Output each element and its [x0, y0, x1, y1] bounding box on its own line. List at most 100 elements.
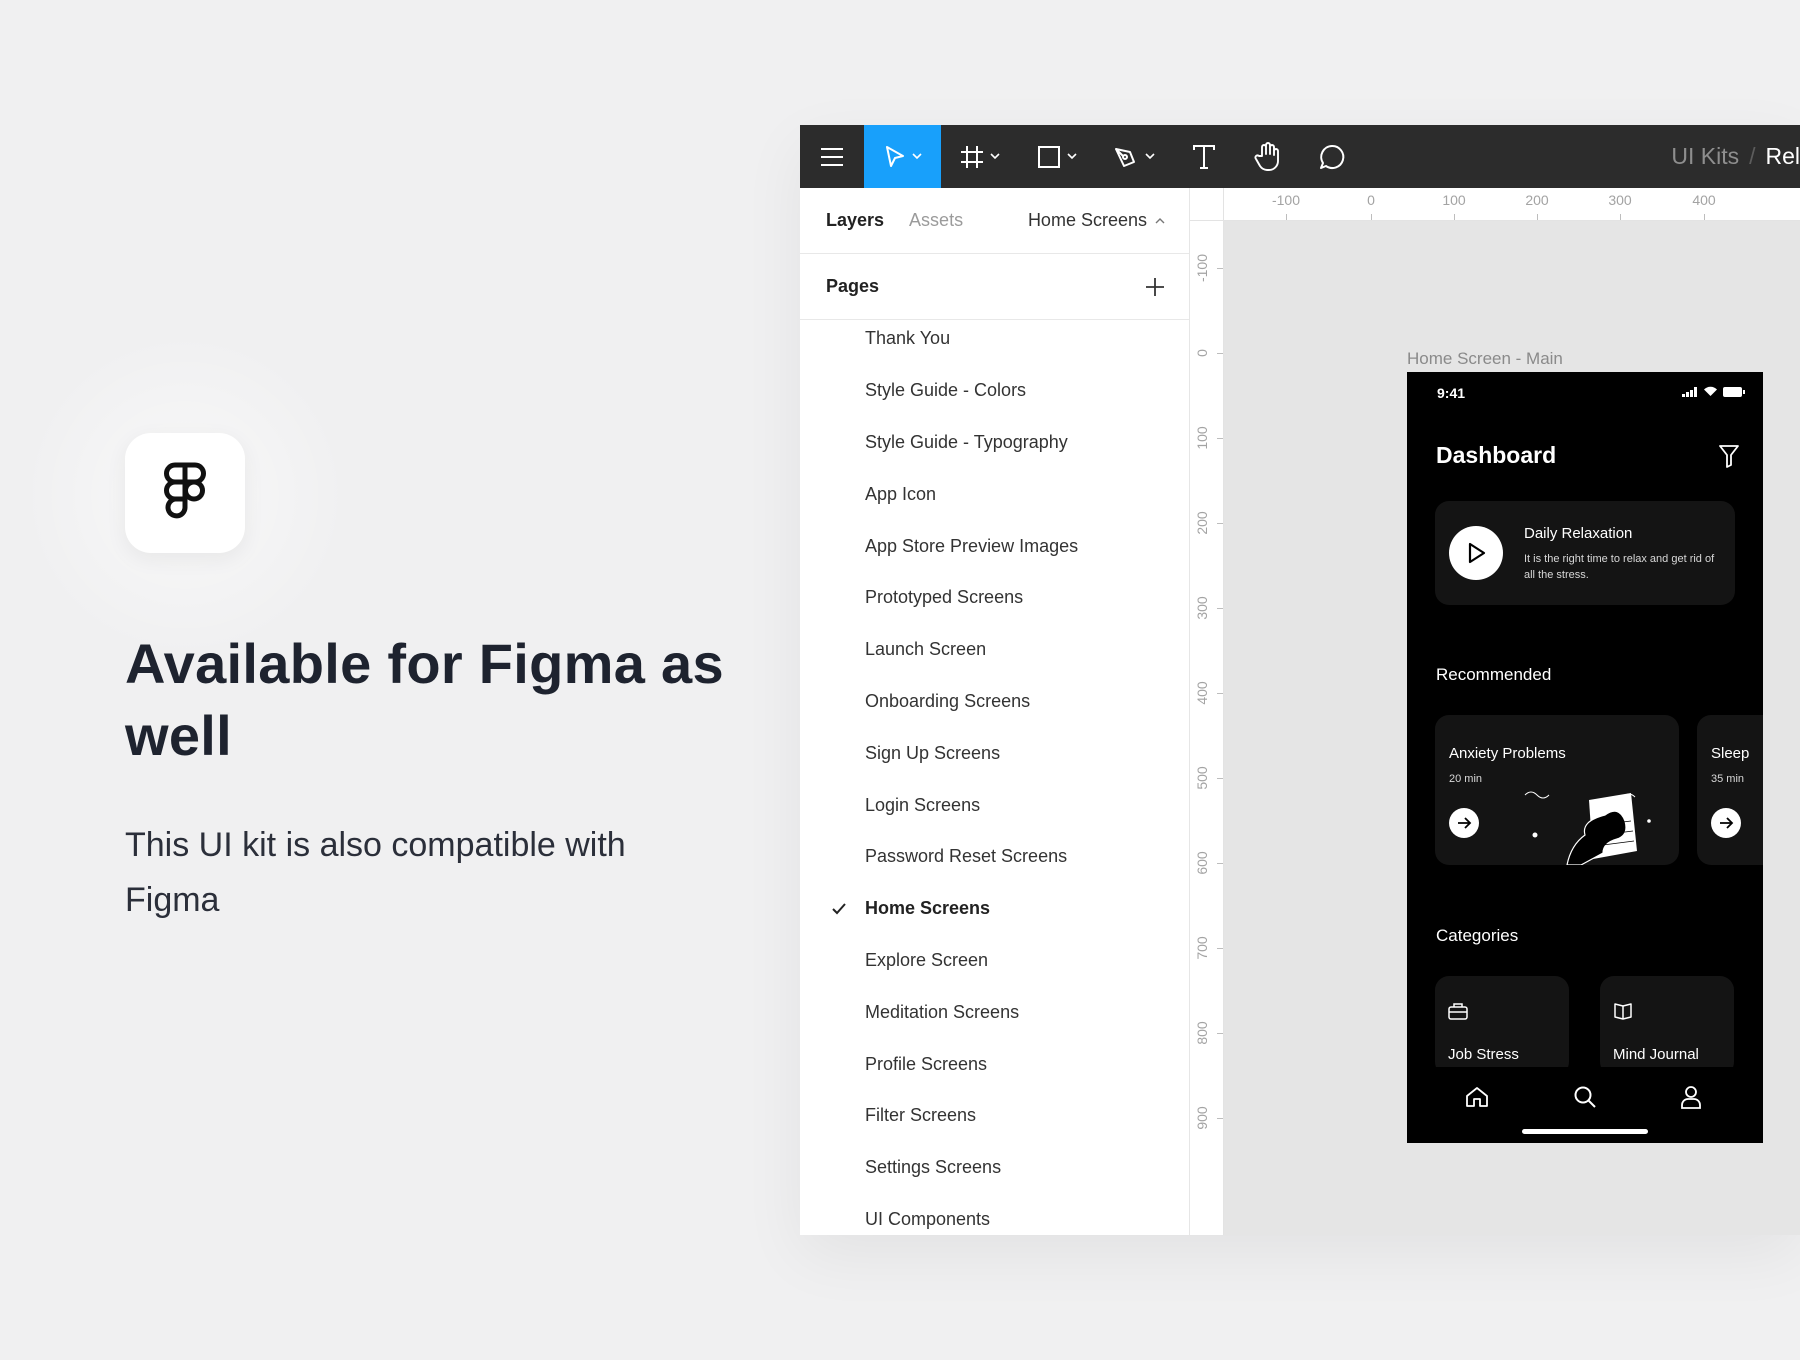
- page-item[interactable]: Filter Screens: [800, 1090, 1189, 1142]
- tab-assets[interactable]: Assets: [909, 210, 963, 231]
- page-item-label: Login Screens: [865, 794, 981, 815]
- hand-tool-icon: [1254, 141, 1279, 171]
- page-item-label: App Store Preview Images: [865, 535, 1079, 556]
- ruler-tick: [1286, 214, 1287, 220]
- page-item-label: Settings Screens: [865, 1157, 1002, 1178]
- ruler-tick: [1704, 214, 1705, 220]
- page-item[interactable]: Style Guide - Typography: [800, 417, 1189, 469]
- page-item[interactable]: Launch Screen: [800, 624, 1189, 676]
- arrow-right-icon: [1458, 817, 1472, 829]
- ruler-tick-label: 400: [1194, 681, 1210, 705]
- ruler-tick-label: 500: [1194, 766, 1210, 790]
- page-item-label: UI Components: [865, 1208, 991, 1229]
- category-card-mind-journal[interactable]: Mind Journal: [1600, 976, 1734, 1076]
- recommended-card[interactable]: Sleep 35 min: [1697, 715, 1763, 865]
- rec-card-go-button[interactable]: [1449, 808, 1479, 838]
- signal-icon: [1682, 386, 1697, 397]
- ruler-horizontal: -100 0 100 200 300 400: [1190, 188, 1800, 221]
- chevron-down-icon: [1144, 153, 1155, 160]
- search-icon[interactable]: [1573, 1085, 1597, 1109]
- ruler-tick: [1217, 438, 1223, 439]
- page-item[interactable]: Explore Screen: [800, 935, 1189, 987]
- recommended-heading: Recommended: [1436, 665, 1552, 684]
- page-item[interactable]: Password Reset Screens: [800, 831, 1189, 883]
- comment-tool-button[interactable]: [1300, 125, 1364, 188]
- ruler-tick: [1217, 1118, 1223, 1119]
- ruler-tick-label: -100: [1271, 192, 1301, 208]
- shape-tool-button[interactable]: [1018, 125, 1095, 188]
- ruler-tick: [1217, 268, 1223, 269]
- text-tool-button[interactable]: [1172, 125, 1236, 188]
- current-page-selector[interactable]: Home Screens: [1028, 210, 1165, 231]
- page-item[interactable]: App Store Preview Images: [800, 520, 1189, 572]
- page-item[interactable]: UI Components: [800, 1194, 1189, 1235]
- home-icon[interactable]: [1465, 1085, 1489, 1109]
- play-icon: [1468, 542, 1486, 564]
- page-item[interactable]: Meditation Screens: [800, 986, 1189, 1038]
- category-card-job-stress[interactable]: Job Stress: [1435, 976, 1569, 1076]
- add-page-button[interactable]: [1145, 277, 1165, 297]
- category-label: Job Stress: [1448, 1046, 1519, 1063]
- page-item[interactable]: App Icon: [800, 468, 1189, 520]
- ruler-tick: [1537, 214, 1538, 220]
- ruler-tick-label: 700: [1194, 936, 1210, 960]
- page-item[interactable]: Login Screens: [800, 779, 1189, 831]
- ruler-tick-label: -100: [1194, 253, 1210, 283]
- page-item[interactable]: Prototyped Screens: [800, 572, 1189, 624]
- frame-tool-icon: [960, 145, 983, 168]
- page-item-label: Explore Screen: [865, 949, 989, 970]
- frame-label[interactable]: Home Screen - Main: [1407, 349, 1563, 369]
- page-item-label: Filter Screens: [865, 1105, 977, 1126]
- promo-subline: This UI kit is also compatible with Figm…: [125, 826, 626, 919]
- recommended-card[interactable]: Anxiety Problems 20 min: [1435, 715, 1679, 865]
- profile-icon[interactable]: [1680, 1085, 1702, 1109]
- meditating-woman-illustration: [1524, 791, 1651, 865]
- ruler-vertical: -100 0 100 200 300 400 500 600 700 800 900: [1190, 221, 1224, 1235]
- rec-card-go-button[interactable]: [1711, 808, 1741, 838]
- page-item-label: Sign Up Screens: [865, 742, 1001, 763]
- breadcrumb-parent[interactable]: UI Kits: [1671, 143, 1739, 170]
- ruler-tick: [1371, 214, 1372, 220]
- ruler-tick-label: 300: [1194, 596, 1210, 620]
- ruler-tick-label: 100: [1442, 192, 1466, 208]
- phone-frame-home-screen[interactable]: 9:41 Dashboard Daily Relaxation It is th…: [1407, 372, 1763, 1143]
- breadcrumb-current-file[interactable]: Rel: [1765, 143, 1800, 170]
- page-item-label: App Icon: [865, 483, 937, 504]
- ruler-tick-label: 400: [1692, 192, 1716, 208]
- page-item[interactable]: Home Screens: [800, 883, 1189, 935]
- pages-header: Pages: [800, 254, 1189, 320]
- main-menu-button[interactable]: [800, 125, 864, 188]
- book-icon: [1614, 1003, 1632, 1020]
- status-icons: [1682, 386, 1745, 397]
- page-item[interactable]: Sign Up Screens: [800, 727, 1189, 779]
- hand-tool-button[interactable]: [1236, 125, 1300, 188]
- frame-tool-button[interactable]: [941, 125, 1018, 188]
- filter-icon[interactable]: [1719, 444, 1739, 468]
- page-item[interactable]: Onboarding Screens: [800, 676, 1189, 728]
- page-item[interactable]: Style Guide - Colors: [800, 365, 1189, 417]
- daily-relaxation-card[interactable]: Daily Relaxation It is the right time to…: [1435, 501, 1735, 605]
- page-item[interactable]: Settings Screens: [800, 1142, 1189, 1194]
- current-page-label: Home Screens: [1027, 210, 1147, 230]
- ruler-corner: [1190, 188, 1224, 221]
- chevron-down-icon: [989, 153, 1000, 160]
- page-item[interactable]: Profile Screens: [800, 1038, 1189, 1090]
- ruler-tick-label: 200: [1525, 192, 1549, 208]
- ruler-tick-label: 300: [1608, 192, 1632, 208]
- page-item-label: Style Guide - Colors: [865, 380, 1027, 401]
- comment-tool-icon: [1320, 144, 1345, 169]
- ruler-tick: [1217, 523, 1223, 524]
- shape-tool-icon: [1037, 145, 1060, 168]
- move-tool-button[interactable]: [864, 125, 941, 188]
- battery-icon: [1723, 386, 1745, 397]
- play-button[interactable]: [1449, 526, 1503, 580]
- page-item-label: Home Screens: [865, 898, 991, 919]
- tab-layers[interactable]: Layers: [826, 210, 884, 231]
- breadcrumb-separator: /: [1749, 143, 1756, 169]
- ruler-tick: [1217, 948, 1223, 949]
- page-item-label: Thank You: [865, 328, 951, 349]
- pen-tool-button[interactable]: [1095, 125, 1172, 188]
- ruler-tick: [1217, 863, 1223, 864]
- promo-headline: Available for Figma as well: [125, 632, 724, 767]
- page-item[interactable]: Thank You: [800, 313, 1189, 365]
